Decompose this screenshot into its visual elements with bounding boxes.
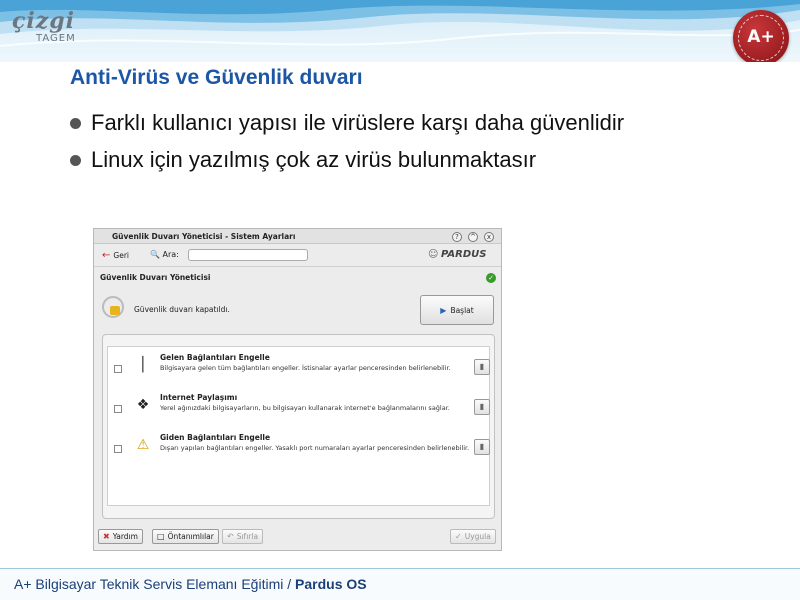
back-label: Geri bbox=[113, 251, 129, 260]
firewall-manager-window: Güvenlik Duvarı Yöneticisi - Sistem Ayar… bbox=[93, 228, 502, 551]
rule-description: Yerel ağınızdaki bilgisayarların, bu bil… bbox=[160, 404, 450, 412]
help-button[interactable]: ✖ Yardım bbox=[98, 529, 143, 544]
defaults-button[interactable]: □ Öntanımlılar bbox=[152, 529, 219, 544]
lifebuoy-icon: ✖ bbox=[103, 532, 110, 541]
search-label-text: Ara: bbox=[162, 250, 179, 259]
footer-course: A+ Bilgisayar Teknik Servis Elemanı Eğit… bbox=[14, 576, 296, 592]
help-window-button[interactable]: ? bbox=[452, 232, 462, 242]
rule-title: Giden Bağlantıları Engelle bbox=[160, 433, 271, 442]
bullet-dot-icon bbox=[70, 117, 81, 129]
apply-button-label: Uygula bbox=[464, 532, 491, 541]
firewall-status-text: Güvenlik duvarı kapatıldı. bbox=[134, 305, 230, 314]
bullet-text: Farklı kullanıcı yapısı ile virüslere ka… bbox=[91, 110, 625, 135]
header-wave bbox=[0, 0, 800, 47]
window-bottom-bar: ✖ Yardım □ Öntanımlılar ↶ Sıfırla ✓ Uygu… bbox=[94, 525, 501, 550]
list-item: ⚠ Giden Bağlantıları Engelle Dışarı yapı… bbox=[108, 431, 490, 471]
reset-button[interactable]: ↶ Sıfırla bbox=[222, 529, 264, 544]
slide-title: Anti-Virüs ve Güvenlik duvarı bbox=[70, 66, 363, 89]
maximize-window-button[interactable]: ^ bbox=[468, 232, 478, 242]
bullet-text: Linux için yazılmış çok az virüs bulunma… bbox=[91, 147, 537, 172]
rule-settings-button[interactable]: ▮ bbox=[474, 359, 490, 375]
logo-sub-text: TAGEM bbox=[36, 33, 76, 44]
rule-title: Internet Paylaşımı bbox=[160, 393, 238, 402]
rule-title: Gelen Bağlantıları Engelle bbox=[160, 353, 270, 362]
lock-icon bbox=[102, 296, 124, 318]
footer-os: Pardus OS bbox=[295, 576, 367, 592]
search-icon: 🔍 bbox=[150, 250, 160, 259]
logo-main-text: çizgi bbox=[12, 8, 75, 34]
rule-description: Dışarı yapılan bağlantıları engeller. Ya… bbox=[160, 444, 470, 452]
close-window-button[interactable]: x bbox=[484, 232, 494, 242]
rule-settings-button[interactable]: ▮ bbox=[474, 439, 490, 455]
document-icon: □ bbox=[157, 532, 165, 541]
shield-warning-icon: ⚠ bbox=[136, 437, 150, 453]
seal-text: A+ bbox=[747, 27, 775, 47]
help-button-label: Yardım bbox=[112, 532, 138, 541]
rules-group: │ Gelen Bağlantıları Engelle Bilgisayara… bbox=[102, 334, 495, 519]
start-button-label: Başlat bbox=[450, 305, 474, 315]
list-item: ❖ Internet Paylaşımı Yerel ağınızdaki bi… bbox=[108, 391, 490, 431]
pardus-cat-icon: ☺ bbox=[428, 249, 439, 260]
slide-header: çizgi TAGEM A+ bbox=[0, 0, 800, 62]
rule-checkbox[interactable] bbox=[114, 405, 122, 413]
list-item: │ Gelen Bağlantıları Engelle Bilgisayara… bbox=[108, 351, 490, 391]
search-label: 🔍 Ara: bbox=[150, 250, 179, 259]
a-plus-seal: A+ bbox=[733, 10, 789, 62]
window-title: Güvenlik Duvarı Yöneticisi - Sistem Ayar… bbox=[112, 232, 296, 241]
back-button[interactable]: ← Geri bbox=[102, 250, 129, 261]
reset-button-label: Sıfırla bbox=[236, 532, 259, 541]
rule-checkbox[interactable] bbox=[114, 365, 122, 373]
rule-settings-button[interactable]: ▮ bbox=[474, 399, 490, 415]
bullet-item: Linux için yazılmış çok az virüs bulunma… bbox=[70, 145, 536, 175]
cizgi-tagem-logo: çizgi TAGEM bbox=[12, 8, 82, 48]
search-input[interactable] bbox=[188, 249, 308, 261]
undo-icon: ↶ bbox=[227, 532, 234, 541]
thermometer-icon: │ bbox=[138, 357, 148, 373]
play-icon: ▶ bbox=[440, 305, 447, 315]
footer-text: A+ Bilgisayar Teknik Servis Elemanı Eğit… bbox=[14, 576, 367, 592]
slide-footer: A+ Bilgisayar Teknik Servis Elemanı Eğit… bbox=[0, 568, 800, 600]
check-icon: ✓ bbox=[455, 532, 462, 541]
back-arrow-icon: ← bbox=[102, 250, 111, 261]
bullet-item: Farklı kullanıcı yapısı ile virüslere ka… bbox=[70, 108, 624, 138]
rule-checkbox[interactable] bbox=[114, 445, 122, 453]
windows-icon: ❖ bbox=[136, 397, 150, 413]
rules-list: │ Gelen Bağlantıları Engelle Bilgisayara… bbox=[107, 346, 490, 506]
module-title: Güvenlik Duvarı Yöneticisi bbox=[100, 273, 211, 282]
pardus-brand: PARDUS bbox=[441, 249, 487, 260]
defaults-button-label: Öntanımlılar bbox=[167, 532, 214, 541]
apply-button[interactable]: ✓ Uygula bbox=[450, 529, 496, 544]
bullet-dot-icon bbox=[70, 154, 81, 166]
check-ok-icon: ✓ bbox=[486, 273, 496, 283]
start-button[interactable]: ▶ Başlat bbox=[420, 295, 494, 325]
rule-description: Bilgisayara gelen tüm bağlantıları engel… bbox=[160, 364, 451, 372]
window-toolbar: ← Geri 🔍 Ara: ☺ PARDUS bbox=[94, 245, 501, 267]
window-titlebar: Güvenlik Duvarı Yöneticisi - Sistem Ayar… bbox=[94, 229, 501, 244]
